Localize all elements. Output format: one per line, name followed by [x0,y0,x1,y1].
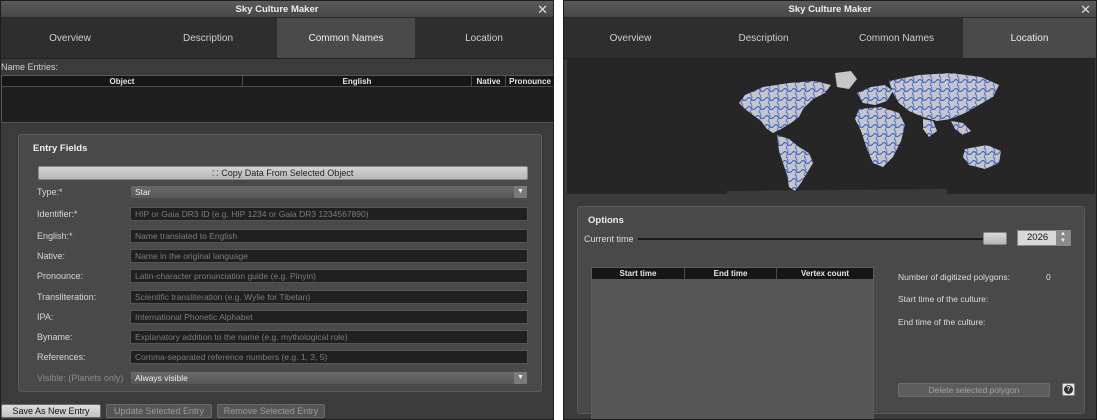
type-select-value: Star [135,187,151,197]
remove-selected-entry-button[interactable]: Remove Selected Entry [217,404,325,418]
table-header: Object English Native Pronounce [2,76,553,87]
byname-input[interactable]: Explanatory addition to the name (e.g. m… [130,330,528,344]
polygon-table[interactable]: Start time End time Vertex count [591,267,874,419]
field-identifier: Identifier:* HIP or Gaia DR3 ID (e.g. HI… [19,207,543,223]
tab-location[interactable]: Location [963,18,1096,58]
field-label: References: [37,352,86,362]
name-entries-label: Name Entries: [1,62,59,72]
continent-europe [857,85,893,105]
field-label: Pronounce: [37,271,84,281]
field-visible: Visible: (Planets only) Always visible ▼ [19,371,543,387]
options-panel: Options Current time 2026 ▲ ▼ Start time … [577,206,1085,419]
pronounce-input[interactable]: Latin-character pronunciation guide (e.g… [130,269,528,283]
column-native[interactable]: Native [472,76,506,86]
continent-australia [963,145,1001,169]
table-header: Start time End time Vertex count [592,268,873,279]
entry-fields-title: Entry Fields [33,143,88,154]
visible-select-value: Always visible [135,373,188,383]
continent-india [923,119,937,137]
continent-south-america [777,135,813,191]
column-object[interactable]: Object [2,76,243,86]
field-label: Type:* [37,187,63,197]
current-time-label: Current time [584,234,634,244]
copy-data-button[interactable]: ⛶ Copy Data From Selected Object [38,166,528,180]
field-label: Identifier:* [37,209,78,219]
field-label: Native: [37,251,66,261]
column-english[interactable]: English [243,76,472,86]
delete-polygon-button[interactable]: Delete selected polygon [898,383,1050,397]
tab-bar: Overview Description Common Names Locati… [564,18,1096,59]
field-label: English:* [37,231,73,241]
column-end-time[interactable]: End time [685,268,777,279]
type-select[interactable]: Star ▼ [130,185,528,199]
chevron-down-icon[interactable]: ▼ [514,372,527,384]
year-value: 2026 [1027,232,1049,243]
continent-southeast-asia [951,121,971,135]
world-map-icon [727,71,1001,194]
time-slider-handle[interactable] [983,232,1007,245]
visible-select[interactable]: Always visible ▼ [130,371,528,385]
tab-overview[interactable]: Overview [1,18,139,58]
column-pronounce[interactable]: Pronounce [506,76,553,86]
field-native: Native: Name in the original language [19,249,543,265]
column-start-time[interactable]: Start time [592,268,685,279]
year-spinbox[interactable]: 2026 ▲ ▼ [1017,230,1071,246]
continent-asia [889,73,999,121]
save-as-new-entry-button[interactable]: Save As New Entry [1,404,101,418]
references-input[interactable]: Comma-separated reference numbers (e.g. … [130,350,528,364]
tab-description[interactable]: Description [139,18,277,58]
polygons-count-value: 0 [1046,272,1051,282]
english-input[interactable]: Name translated to English [130,229,528,243]
field-label: IPA: [37,312,54,322]
world-map[interactable] [567,59,1095,194]
options-title: Options [588,215,624,226]
tab-overview[interactable]: Overview [564,18,697,58]
tab-location[interactable]: Location [415,18,553,58]
identifier-input[interactable]: HIP or Gaia DR3 ID (e.g. HIP 1234 or Gai… [130,207,528,221]
continent-antarctica [727,189,947,194]
field-english: English:* Name translated to English [19,229,543,245]
field-transliteration: Transliteration: Scientific transliterat… [19,290,543,306]
continent-north-america [739,81,831,133]
start-time-label: Start time of the culture: [898,294,989,304]
field-label: Byname: [37,332,73,342]
native-input[interactable]: Name in the original language [130,249,528,263]
help-icon: ? [1064,385,1073,394]
window-title: Sky Culture Maker [788,4,872,15]
title-bar[interactable]: Sky Culture Maker ✕ [1,1,553,18]
ipa-input[interactable]: International Phonetic Alphabet [130,310,528,324]
close-icon[interactable]: ✕ [1080,1,1091,18]
close-icon[interactable]: ✕ [537,1,548,18]
field-label: Visible: (Planets only) [37,373,124,383]
name-entries-table[interactable]: Object English Native Pronounce [1,75,553,123]
column-vertex-count[interactable]: Vertex count [777,268,873,279]
field-pronounce: Pronounce: Latin-character pronunciation… [19,269,543,285]
continent-africa [855,107,905,167]
help-button[interactable]: ? [1062,383,1075,396]
sky-culture-maker-window-location: Sky Culture Maker ✕ Overview Description… [563,0,1097,420]
field-references: References: Comma-separated reference nu… [19,350,543,366]
sky-culture-maker-window-common-names: Sky Culture Maker ✕ Overview Description… [0,0,554,420]
end-time-label: End time of the culture: [898,317,986,327]
expand-arrows-icon: ⛶ [212,169,219,178]
transliteration-input[interactable]: Scientific transliteration (e.g. Wylie f… [130,290,528,304]
tab-bar: Overview Description Common Names Locati… [1,18,553,59]
tab-description[interactable]: Description [697,18,830,58]
field-label: Transliteration: [37,292,97,302]
polygons-count-label: Number of digitized polygons: [898,272,1010,282]
copy-data-label: Copy Data From Selected Object [221,168,354,178]
title-bar[interactable]: Sky Culture Maker ✕ [564,1,1096,18]
field-ipa: IPA: International Phonetic Alphabet [19,310,543,326]
tab-common-names[interactable]: Common Names [830,18,963,58]
entry-fields-panel: Entry Fields ⛶ Copy Data From Selected Ob… [18,134,542,392]
chevron-down-icon[interactable]: ▼ [514,186,527,198]
continent-greenland [835,71,857,89]
time-slider-track[interactable] [638,238,1006,240]
field-type: Type:* Star ▼ [19,185,543,201]
spin-arrows-icon[interactable]: ▲ ▼ [1056,231,1070,245]
window-title: Sky Culture Maker [235,4,319,15]
update-selected-entry-button[interactable]: Update Selected Entry [106,404,212,418]
tab-common-names[interactable]: Common Names [277,18,415,58]
field-byname: Byname: Explanatory addition to the name… [19,330,543,346]
